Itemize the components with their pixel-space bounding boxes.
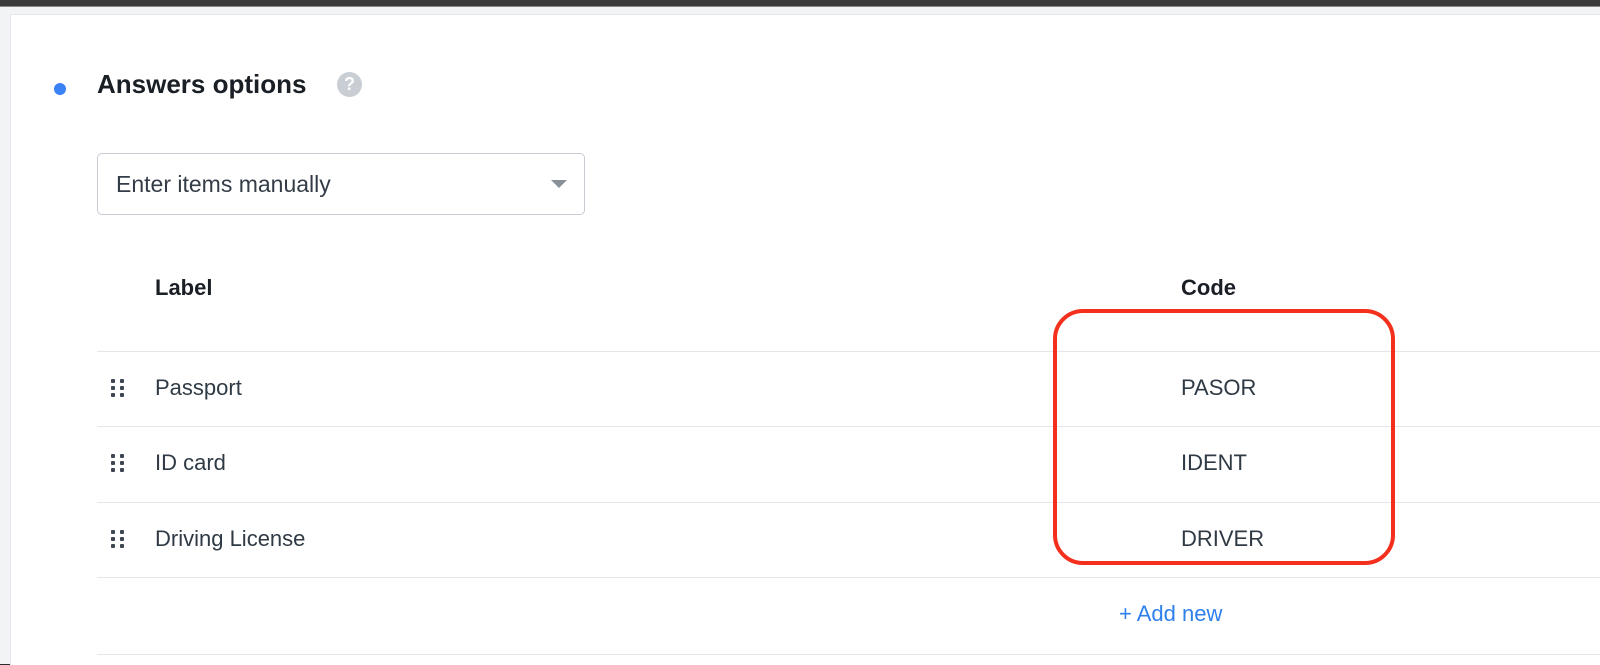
row-code[interactable]: DRIVER (1181, 526, 1264, 552)
table-row: Passport PASOR (97, 351, 1600, 427)
row-code[interactable]: IDENT (1181, 450, 1247, 476)
section-bullet (54, 83, 66, 95)
column-header-label: Label (155, 275, 213, 300)
row-label[interactable]: ID card (155, 450, 226, 476)
row-code[interactable]: PASOR (1181, 375, 1256, 401)
section-title: Answers options (97, 69, 307, 99)
chevron-down-icon (551, 180, 567, 188)
answers-source-select-value: Enter items manually (116, 171, 331, 197)
screenshot-frame: Answers options ? Enter items manually L… (0, 0, 1600, 665)
answers-options-panel: Answers options ? Enter items manually L… (10, 14, 1600, 665)
answers-source-select[interactable]: Enter items manually (97, 153, 585, 215)
add-row: + Add new (97, 577, 1600, 655)
drag-handle-icon[interactable] (111, 454, 125, 474)
window-top-strip (0, 0, 1600, 7)
row-label[interactable]: Passport (155, 375, 242, 401)
drag-handle-icon[interactable] (111, 379, 125, 399)
question-circle-icon[interactable]: ? (337, 72, 362, 97)
drag-handle-icon[interactable] (111, 530, 125, 550)
add-new-link[interactable]: + Add new (1119, 601, 1222, 627)
table-row: Driving License DRIVER (97, 502, 1600, 578)
column-header-code: Code (1181, 275, 1236, 300)
row-label[interactable]: Driving License (155, 526, 305, 552)
table-row: ID card IDENT (97, 426, 1600, 502)
